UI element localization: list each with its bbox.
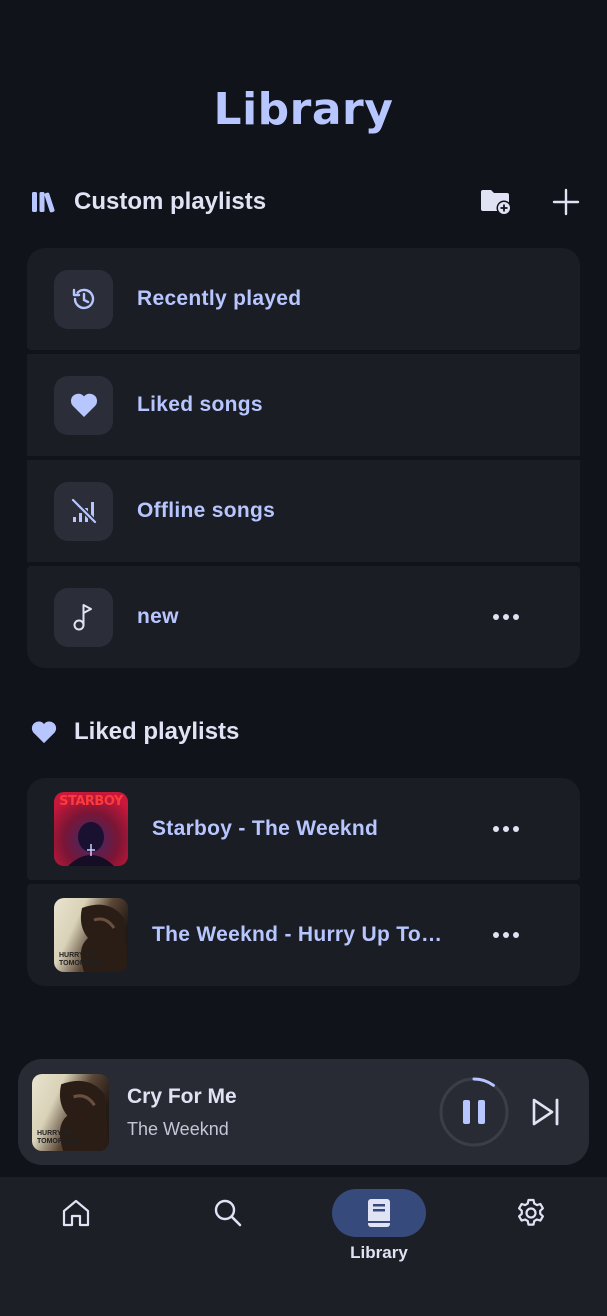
now-playing-title: Cry For Me — [127, 1084, 237, 1108]
nav-label: Library — [350, 1243, 408, 1262]
library-book-icon — [332, 1189, 426, 1237]
music-note-icon — [54, 587, 113, 647]
nav-search[interactable] — [173, 1189, 283, 1289]
heart-icon — [30, 718, 58, 746]
list-item-hurry-up-tomorrow[interactable]: HURRY UP TOMORROW The Weeknd - Hurry Up … — [27, 884, 580, 986]
settings-gear-icon — [484, 1189, 578, 1237]
nav-home[interactable] — [21, 1189, 131, 1289]
pause-button[interactable] — [438, 1076, 510, 1148]
home-icon — [29, 1189, 123, 1237]
list-item-offline-songs[interactable]: Offline songs — [27, 460, 580, 562]
list-item-label: Liked songs — [137, 393, 263, 416]
library-shelf-icon — [30, 188, 58, 216]
custom-playlists-list: Recently played Liked songs Offline song… — [27, 248, 580, 668]
liked-playlists-header: Liked playlists — [30, 712, 580, 752]
more-options-icon[interactable] — [484, 924, 528, 946]
new-folder-icon[interactable] — [474, 180, 518, 224]
liked-playlists-title: Liked playlists — [74, 718, 240, 745]
liked-playlists-list: STARBOY Starboy - The Weeknd HURRY UP TO… — [27, 778, 580, 986]
list-item-label: Starboy - The Weeknd — [152, 817, 379, 840]
skip-next-icon[interactable] — [525, 1091, 567, 1133]
mini-player[interactable]: HURRY UP TOMORROW Cry For Me The Weeknd — [18, 1059, 589, 1165]
nav-settings[interactable] — [476, 1189, 586, 1289]
more-options-icon[interactable] — [484, 606, 528, 628]
now-playing-artist: The Weeknd — [127, 1118, 229, 1139]
now-playing-album-art: HURRY UP TOMORROW — [32, 1073, 109, 1151]
list-item-label: The Weeknd - Hurry Up Tomorrow — [152, 923, 452, 946]
page-title: Library — [213, 84, 394, 135]
list-item-starboy[interactable]: STARBOY Starboy - The Weeknd — [27, 778, 580, 880]
pause-icon — [463, 1100, 470, 1124]
heart-icon — [54, 375, 113, 435]
list-item-liked-songs[interactable]: Liked songs — [27, 354, 580, 456]
custom-playlists-header: Custom playlists — [30, 182, 580, 222]
album-art-starboy: STARBOY — [54, 792, 128, 866]
nav-library[interactable]: Library — [324, 1189, 434, 1289]
list-item-label: Recently played — [137, 287, 302, 310]
history-icon — [54, 269, 113, 329]
album-art-hurry-up-tomorrow: HURRY UP TOMORROW — [54, 898, 128, 972]
list-item-label: new — [137, 605, 179, 628]
bottom-navigation: Library — [0, 1177, 607, 1316]
add-icon[interactable] — [544, 180, 588, 224]
custom-playlists-title: Custom playlists — [74, 188, 267, 215]
list-item-new[interactable]: new — [27, 566, 580, 668]
more-options-icon[interactable] — [484, 818, 528, 840]
search-icon — [181, 1189, 275, 1237]
list-item-label: Offline songs — [137, 499, 276, 522]
list-item-recently-played[interactable]: Recently played — [27, 248, 580, 350]
signal-off-icon — [54, 481, 113, 541]
